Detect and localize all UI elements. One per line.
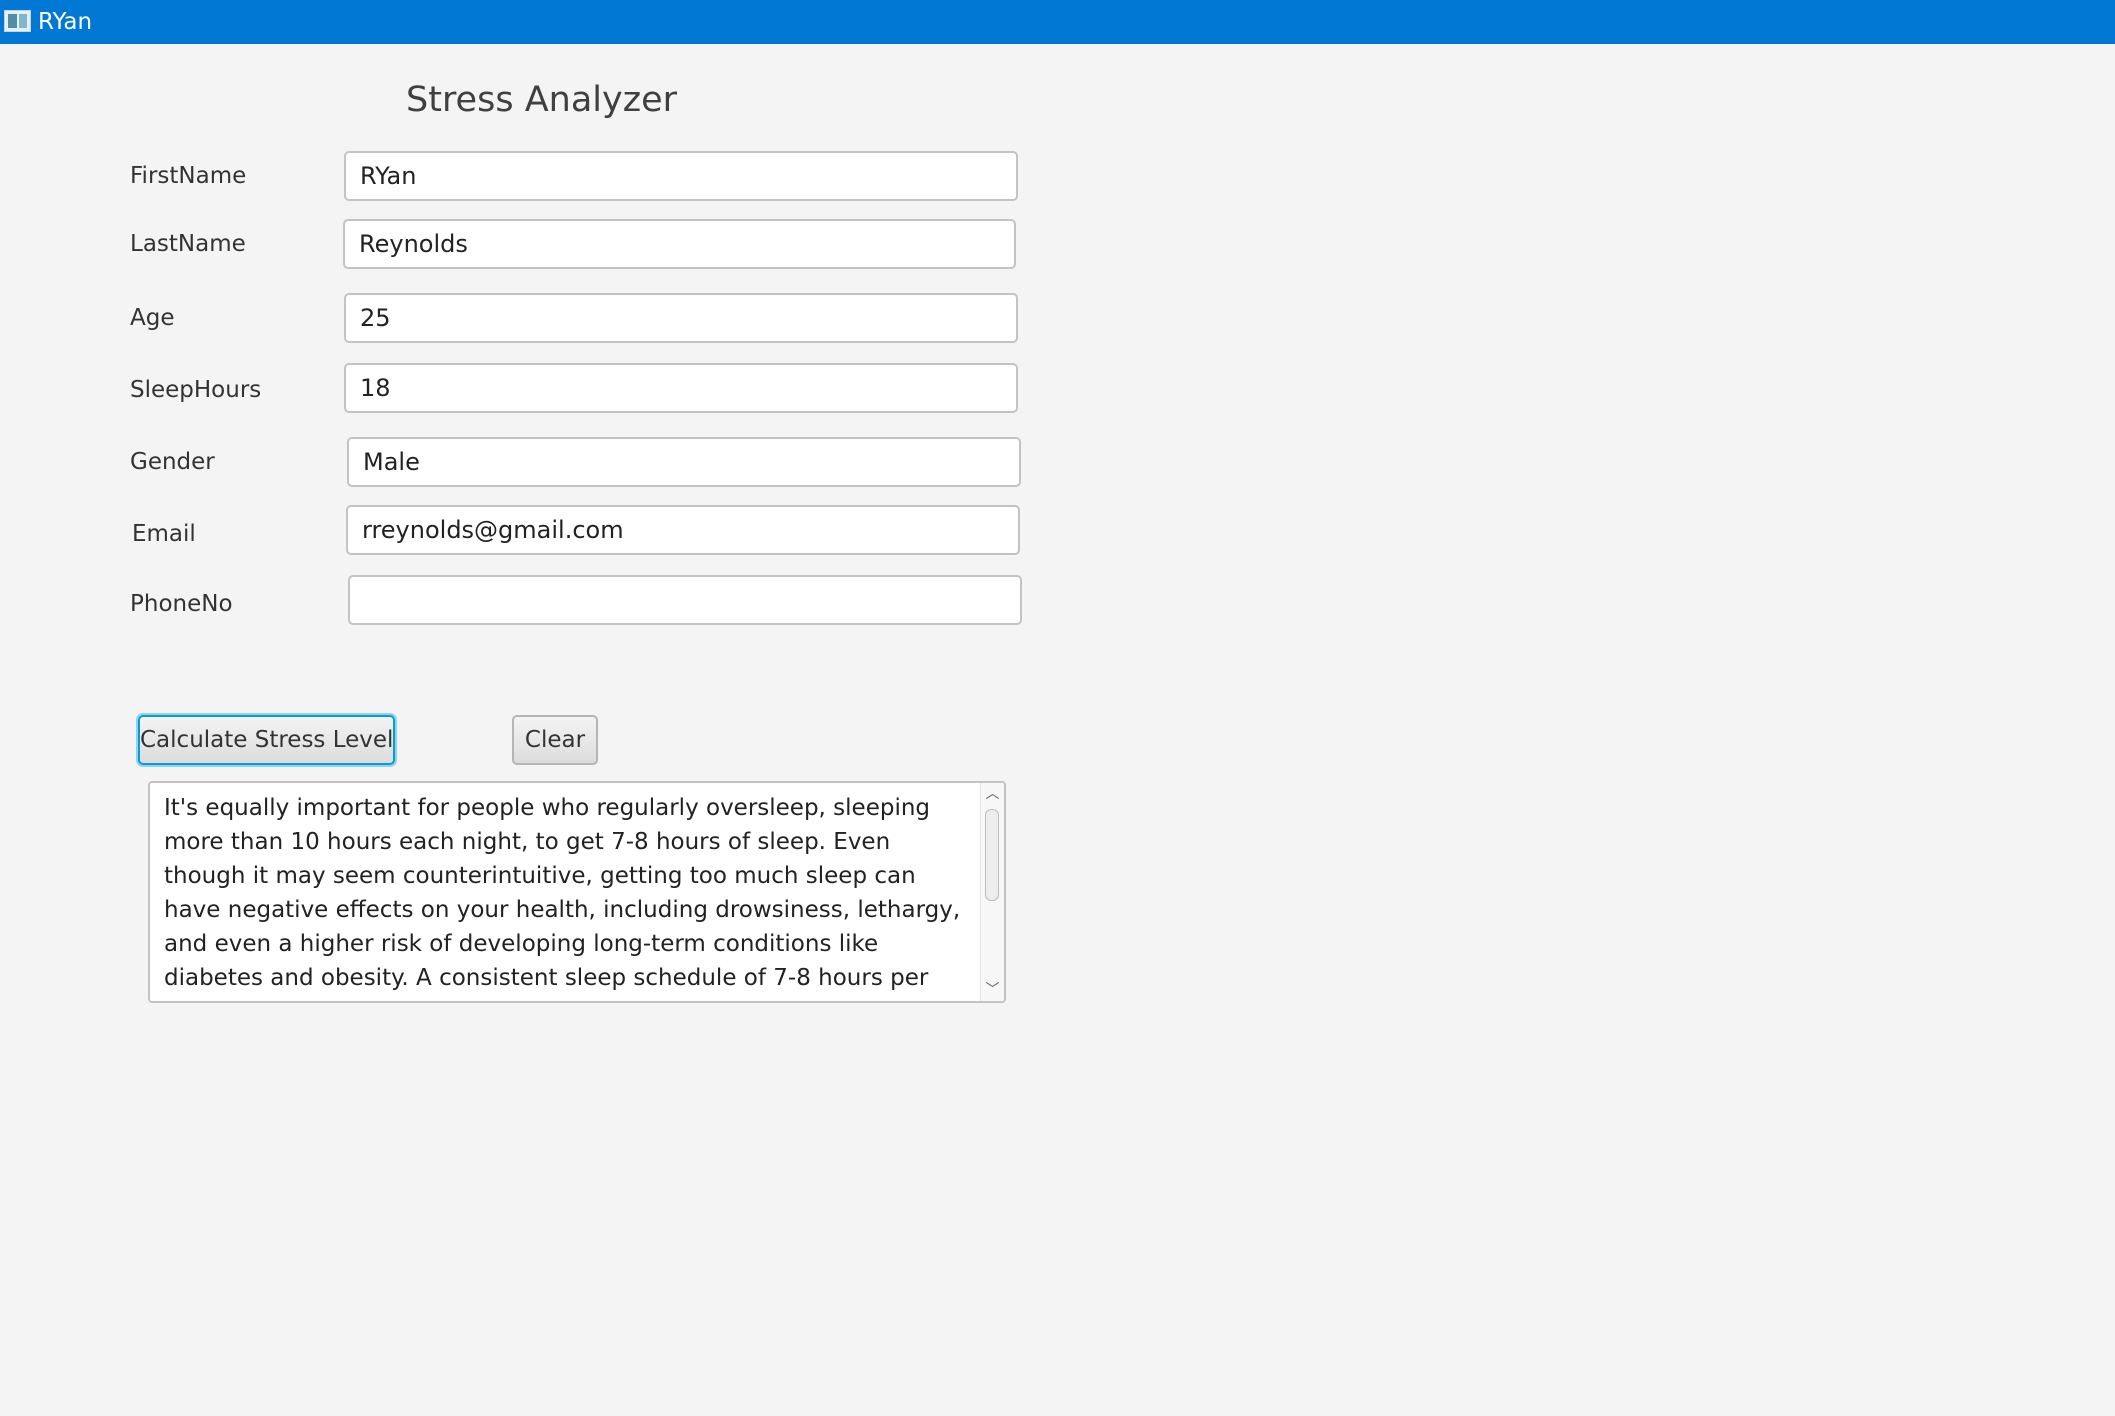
- scroll-thumb[interactable]: [985, 809, 999, 901]
- form-title: Stress Analyzer: [406, 80, 677, 120]
- email-field[interactable]: rreynolds@gmail.com: [346, 505, 1020, 555]
- phone-no-field[interactable]: [348, 575, 1022, 625]
- phone-no-label: PhoneNo: [130, 591, 233, 617]
- age-label: Age: [130, 305, 175, 331]
- gender-field[interactable]: Male: [347, 437, 1021, 487]
- scroll-down-icon[interactable]: ﹀: [981, 979, 1004, 1001]
- email-label: Email: [132, 521, 196, 547]
- gender-label: Gender: [130, 449, 215, 475]
- last-name-label: LastName: [130, 231, 246, 257]
- app-window-icon: [4, 10, 31, 32]
- sleep-hours-field[interactable]: 18: [344, 363, 1018, 413]
- result-text-area[interactable]: It's equally important for people who re…: [148, 781, 1006, 1003]
- first-name-label: FirstName: [130, 163, 247, 189]
- result-scrollbar[interactable]: ︿ ﹀: [980, 783, 1004, 1001]
- last-name-field[interactable]: Reynolds: [343, 219, 1016, 269]
- app-icon-pane-left: [8, 14, 17, 28]
- app-icon-pane-right: [19, 14, 27, 28]
- window-titlebar: RYan: [0, 0, 2115, 44]
- scroll-up-icon[interactable]: ︿: [981, 783, 1004, 805]
- sleep-hours-label: SleepHours: [130, 377, 262, 403]
- clear-button[interactable]: Clear: [512, 715, 598, 765]
- calculate-stress-level-button[interactable]: Calculate Stress Level: [138, 715, 395, 765]
- first-name-field[interactable]: RYan: [344, 151, 1018, 201]
- window-title: RYan: [38, 9, 93, 35]
- age-field[interactable]: 25: [344, 293, 1018, 343]
- result-text: It's equally important for people who re…: [164, 795, 961, 1001]
